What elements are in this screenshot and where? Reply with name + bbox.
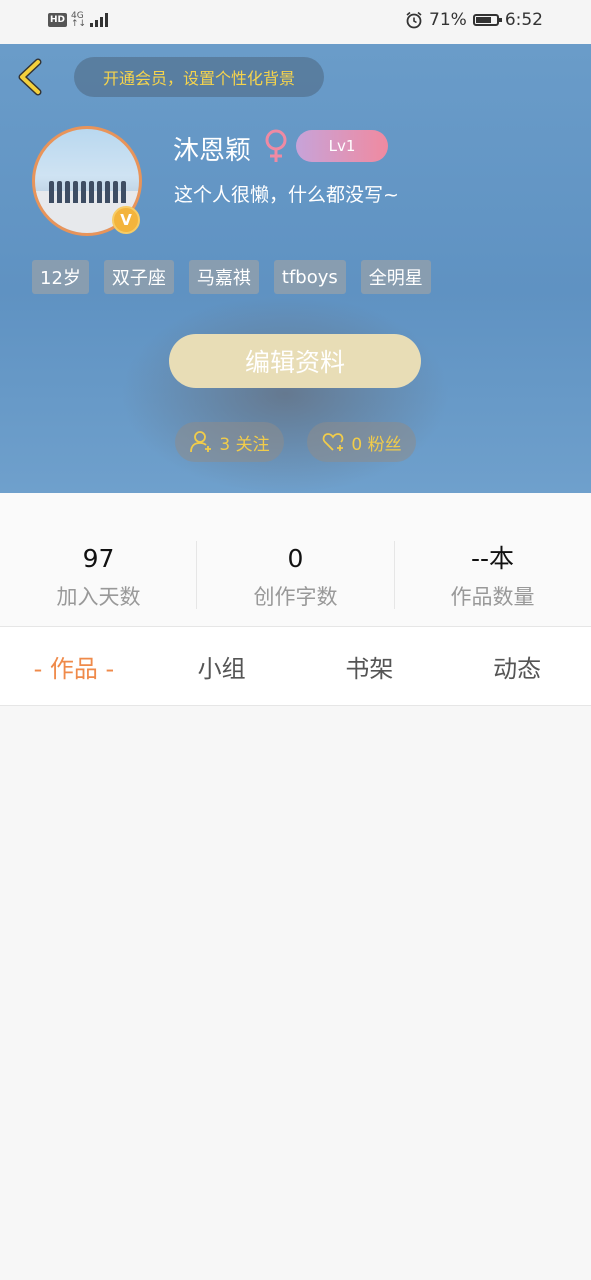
alarm-clock-icon xyxy=(406,11,422,29)
tag-age: 12岁 xyxy=(32,260,89,294)
tag-zodiac: 双子座 xyxy=(103,260,174,294)
bio-text: 这个人很懒，什么都没写~ xyxy=(174,184,399,206)
tab-activity[interactable]: 动态 xyxy=(443,627,591,705)
female-symbol-icon xyxy=(265,129,287,162)
tab-works[interactable]: - 作品 - xyxy=(0,627,148,705)
tab-groups[interactable]: 小组 xyxy=(148,627,296,705)
tag-favorite: 马嘉祺 xyxy=(188,260,259,294)
verified-badge: V xyxy=(112,206,140,234)
level-badge: Lv1 xyxy=(296,130,388,162)
tab-bookshelf[interactable]: 书架 xyxy=(296,627,444,705)
stat-value: 0 xyxy=(287,544,304,573)
vip-background-banner[interactable]: 开通会员，设置个性化背景 xyxy=(74,57,324,97)
followers-label: 0 粉丝 xyxy=(351,434,402,455)
tag-fandom: 全明星 xyxy=(360,260,431,294)
profile-tags: 12岁 双子座 马嘉祺 tfboys 全明星 xyxy=(32,260,431,294)
stat-label: 创作字数 xyxy=(253,585,338,609)
heart-plus-icon xyxy=(323,433,344,451)
stats-row: 97 加入天数 0 创作字数 --本 作品数量 xyxy=(0,493,591,626)
hd-indicator: HD xyxy=(48,13,68,27)
username: 沐恩颖 xyxy=(173,136,252,166)
battery-icon xyxy=(472,14,502,26)
add-user-icon xyxy=(190,431,212,453)
clock: 6:52 xyxy=(504,10,543,30)
tag-group: tfboys xyxy=(273,260,346,294)
stat-days-joined: 97 加入天数 xyxy=(0,493,197,626)
stat-label: 作品数量 xyxy=(450,585,535,609)
following-label: 3 关注 xyxy=(219,434,270,455)
back-button[interactable] xyxy=(14,58,48,96)
stat-value: 97 xyxy=(82,544,115,573)
profile-tabs: - 作品 - 小组 书架 动态 xyxy=(0,626,591,706)
stat-value: --本 xyxy=(470,544,515,573)
network-indicator: 4G ↑↓ xyxy=(71,11,87,29)
signal-icon xyxy=(90,13,109,27)
battery-percent: 71% xyxy=(429,10,467,30)
stat-word-count: 0 创作字数 xyxy=(197,493,394,626)
stat-label: 加入天数 xyxy=(56,585,141,609)
battery-fill xyxy=(475,17,492,23)
status-bar: HD 4G ↑↓ 71% 6:52 xyxy=(0,0,591,44)
status-left: HD 4G ↑↓ xyxy=(48,11,109,29)
content-area xyxy=(0,706,591,1280)
edit-profile-button[interactable]: 编辑资料 xyxy=(169,334,421,388)
followers-button[interactable]: 0 粉丝 xyxy=(307,422,416,462)
following-button[interactable]: 3 关注 xyxy=(175,422,284,462)
profile-header: 开通会员，设置个性化背景 V 沐恩颖 Lv1 这个人很懒，什么都没写~ 12岁 … xyxy=(0,44,591,493)
stat-works-count: --本 作品数量 xyxy=(394,493,591,626)
status-right: 71% 6:52 xyxy=(405,10,543,30)
